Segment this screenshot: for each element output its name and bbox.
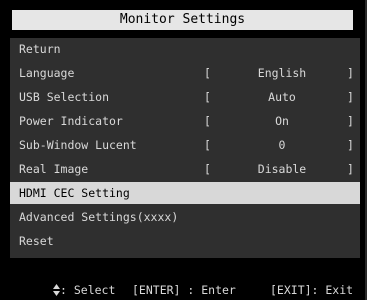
menu-item-label: Sub-Window Lucent	[19, 138, 137, 152]
menu-item-advanced-settings[interactable]: Advanced Settings(xxxx)	[10, 206, 360, 228]
menu-item-label: Return	[19, 42, 61, 56]
usb-selection-value: Auto	[268, 90, 296, 104]
menu-item-usb-selection[interactable]: USB Selection [ Auto ]	[10, 86, 360, 108]
menu-item-reset[interactable]: Reset	[10, 230, 360, 252]
select-hint: : Select	[60, 283, 116, 297]
value-bracket-open: [	[204, 66, 211, 80]
menu-item-label: Power Indicator	[19, 114, 123, 128]
menu-item-label: HDMI CEC Setting	[19, 186, 130, 200]
power-indicator-value: On	[275, 114, 289, 128]
real-image-value: Disable	[257, 162, 307, 176]
menu-item-return[interactable]: Return	[10, 38, 360, 60]
menu-item-label: Reset	[19, 234, 54, 248]
menu-item-label: USB Selection	[19, 90, 110, 104]
osd-menu: Return Language [ English ] USB Selectio…	[10, 38, 360, 258]
menu-item-power-indicator[interactable]: Power Indicator [ On ]	[10, 110, 360, 132]
osd-window: Monitor Settings Return Language [ Engli…	[0, 0, 367, 300]
menu-item-label: Real Image	[19, 162, 89, 176]
value-bracket-open: [	[204, 138, 211, 152]
language-value: English	[257, 66, 307, 80]
value-bracket-close: ]	[347, 138, 354, 152]
value-bracket-open: [	[204, 162, 211, 176]
value-bracket-close: ]	[347, 66, 354, 80]
menu-item-label: Language	[19, 66, 75, 80]
enter-hint: [ENTER] : Enter	[132, 283, 236, 297]
osd-footer: : Select [ENTER] : Enter [EXIT]: Exit	[12, 282, 353, 298]
menu-item-hdmi-cec-setting[interactable]: HDMI CEC Setting	[10, 182, 360, 204]
menu-item-sub-window-lucent[interactable]: Sub-Window Lucent [ 0 ]	[10, 134, 360, 156]
menu-item-language[interactable]: Language [ English ]	[10, 62, 360, 84]
sub-window-lucent-value: 0	[278, 138, 286, 152]
value-bracket-open: [	[204, 114, 211, 128]
menu-item-real-image[interactable]: Real Image [ Disable ]	[10, 158, 360, 180]
value-bracket-close: ]	[347, 114, 354, 128]
exit-hint: [EXIT]: Exit	[270, 283, 354, 297]
value-bracket-open: [	[204, 90, 211, 104]
menu-item-label: Advanced Settings(xxxx)	[19, 210, 179, 224]
value-bracket-close: ]	[347, 162, 354, 176]
value-bracket-close: ]	[347, 90, 354, 104]
osd-title: Monitor Settings	[12, 10, 353, 30]
